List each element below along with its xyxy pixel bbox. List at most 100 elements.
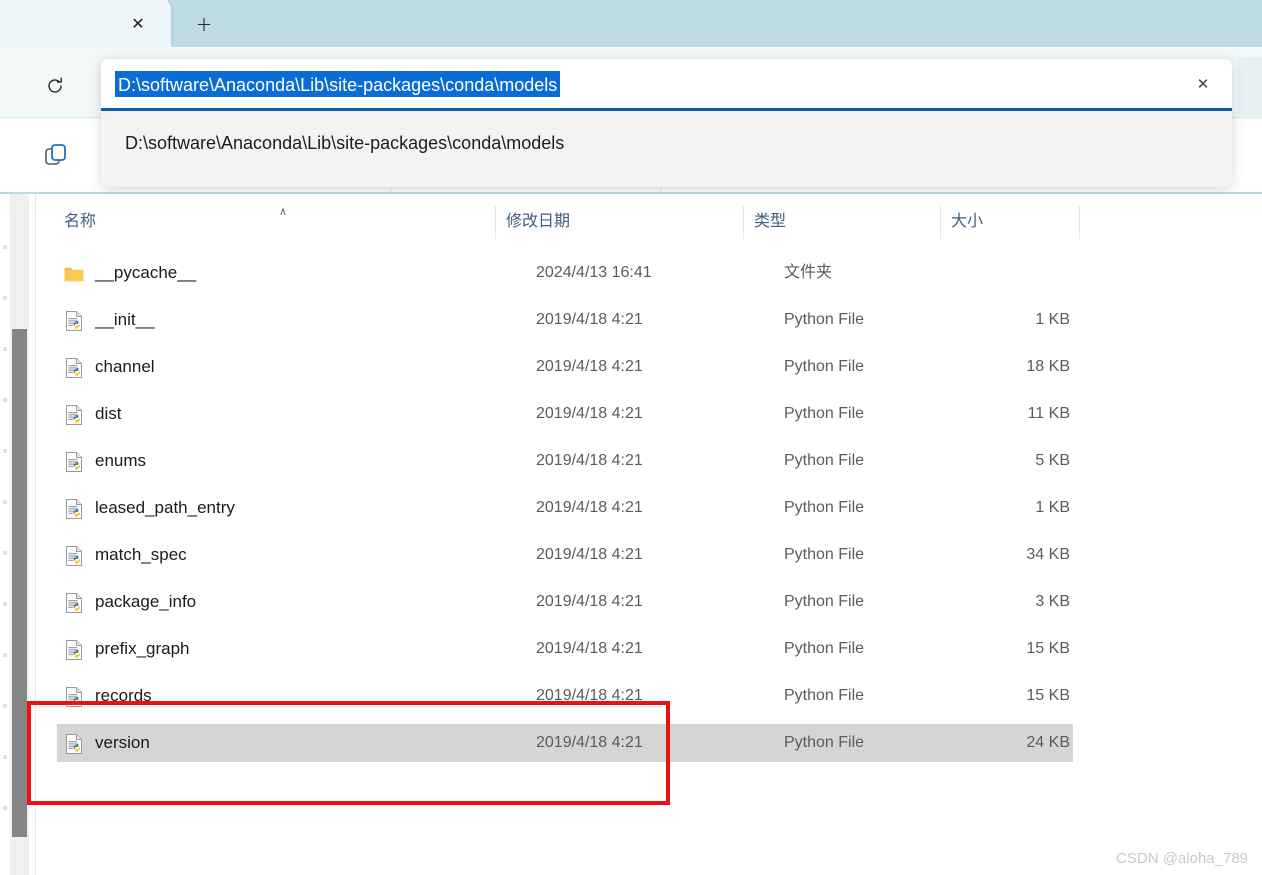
- file-date-cell: 2019/4/18 4:21: [536, 499, 643, 516]
- file-type-cell: Python File: [784, 640, 865, 657]
- address-input[interactable]: D:\software\Anaconda\Lib\site-packages\c…: [101, 59, 1232, 111]
- python-file-icon: [63, 498, 85, 520]
- python-file-icon: [63, 310, 85, 332]
- address-bar-right-stub[interactable]: [1237, 57, 1262, 119]
- file-type-cell: Python File: [784, 734, 865, 751]
- column-divider-1[interactable]: [495, 206, 496, 239]
- table-row[interactable]: __init__ 2019/4/18 4:21 Python File 1 KB: [57, 301, 1073, 339]
- navigation-tree-marker: [3, 755, 7, 759]
- file-size-cell: [917, 254, 1070, 292]
- file-size-cell: 15 KB: [1026, 687, 1070, 704]
- address-bar-container: D:\software\Anaconda\Lib\site-packages\c…: [101, 59, 1232, 187]
- navigation-tree-marker: [3, 296, 7, 300]
- file-date-cell: 2019/4/18 4:21: [536, 687, 643, 704]
- column-header-type[interactable]: 类型: [754, 202, 786, 242]
- navigation-tree-marker: [3, 602, 7, 606]
- folder-icon: [63, 263, 85, 285]
- python-file-icon: [63, 639, 85, 661]
- column-divider-3[interactable]: [940, 206, 941, 239]
- navigation-tree-marker: [3, 347, 7, 351]
- column-header-size[interactable]: 大小: [951, 202, 983, 242]
- file-date-cell: 2019/4/18 4:21: [536, 452, 643, 469]
- table-row[interactable]: package_info 2019/4/18 4:21 Python File 3 K…: [57, 583, 1073, 621]
- navigation-scrollbar-thumb[interactable]: [12, 329, 27, 837]
- table-row[interactable]: records 2019/4/18 4:21 Python File 15 KB: [57, 677, 1073, 715]
- file-size-cell: 15 KB: [1026, 640, 1070, 657]
- file-type-cell: Python File: [784, 311, 865, 328]
- file-size-cell: 34 KB: [1026, 546, 1070, 563]
- address-suggestion-item[interactable]: D:\software\Anaconda\Lib\site-packages\c…: [125, 133, 564, 154]
- navigation-tree-marker: [3, 806, 7, 810]
- tab-strip: ✕ +: [0, 0, 1262, 47]
- file-size-cell: 18 KB: [1026, 358, 1070, 375]
- file-size-cell: 1 KB: [1035, 311, 1070, 328]
- file-type-cell: Python File: [784, 358, 865, 375]
- file-name-cell: channel: [95, 357, 155, 376]
- address-suggestion-dropdown: D:\software\Anaconda\Lib\site-packages\c…: [101, 111, 1232, 187]
- table-row[interactable]: prefix_graph 2019/4/18 4:21 Python File 15 …: [57, 630, 1073, 668]
- file-type-cell: Python File: [784, 452, 865, 469]
- file-name-cell: dist: [95, 404, 122, 423]
- file-date-cell: 2019/4/18 4:21: [536, 593, 643, 610]
- file-size-cell: 5 KB: [1035, 452, 1070, 469]
- navigation-tree-marker: [3, 500, 7, 504]
- file-name-cell: records: [95, 686, 152, 705]
- file-type-cell: Python File: [784, 499, 865, 516]
- file-name-cell: enums: [95, 451, 147, 470]
- new-tab-button[interactable]: +: [190, 11, 218, 37]
- navigation-tree-marker: [3, 398, 7, 402]
- python-file-icon: [63, 404, 85, 426]
- file-type-cell: 文件夹: [784, 264, 833, 281]
- file-date-cell: 2019/4/18 4:21: [536, 546, 643, 563]
- navigation-tree-marker: [3, 449, 7, 453]
- table-row[interactable]: enums 2019/4/18 4:21 Python File 5 KB: [57, 442, 1073, 480]
- file-type-cell: Python File: [784, 405, 865, 422]
- watermark-text: CSDN @aloha_789: [1116, 850, 1248, 867]
- file-date-cell: 2019/4/18 4:21: [536, 640, 643, 657]
- column-header-name[interactable]: 名称: [64, 202, 96, 242]
- sort-ascending-icon[interactable]: ∧: [279, 205, 287, 218]
- file-name-cell: match_spec: [95, 545, 187, 564]
- python-file-icon: [63, 733, 85, 755]
- file-type-cell: Python File: [784, 593, 865, 610]
- file-name-cell: version: [95, 733, 150, 752]
- column-divider-2[interactable]: [743, 206, 744, 239]
- file-name-cell: __pycache__: [95, 263, 197, 282]
- column-header-date[interactable]: 修改日期: [506, 202, 570, 242]
- file-type-cell: Python File: [784, 687, 865, 704]
- python-file-icon: [63, 451, 85, 473]
- column-headers: ∧ 名称 修改日期 类型 大小: [36, 202, 1262, 242]
- table-row[interactable]: dist 2019/4/18 4:21 Python File 11 KB: [57, 395, 1073, 433]
- navigation-tree-marker: [3, 653, 7, 657]
- table-row[interactable]: channel 2019/4/18 4:21 Python File 18 KB: [57, 348, 1073, 386]
- table-row[interactable]: match_spec 2019/4/18 4:21 Python File 34 KB: [57, 536, 1073, 574]
- tab-close-icon[interactable]: ✕: [126, 13, 150, 35]
- copy-icon[interactable]: [42, 141, 78, 173]
- file-size-cell: 1 KB: [1035, 499, 1070, 516]
- file-name-cell: leased_path_entry: [95, 498, 235, 517]
- file-size-cell: 3 KB: [1035, 593, 1070, 610]
- navigation-tree-marker: [3, 704, 7, 708]
- address-input-value: D:\software\Anaconda\Lib\site-packages\c…: [115, 71, 561, 97]
- table-row[interactable]: version 2019/4/18 4:21 Python File 24 KB: [57, 724, 1073, 762]
- file-name-cell: package_info: [95, 592, 197, 611]
- column-divider-4[interactable]: [1079, 206, 1080, 239]
- navigation-tree-marker: [3, 245, 7, 249]
- file-type-cell: Python File: [784, 546, 865, 563]
- file-date-cell: 2019/4/18 4:21: [536, 405, 643, 422]
- table-row[interactable]: __pycache__ 2024/4/13 16:41 文件夹: [57, 254, 1073, 292]
- file-explorer-window: ✕ + D:\software\Anaconda\Lib\site-packag…: [0, 0, 1262, 875]
- refresh-icon[interactable]: [38, 70, 72, 102]
- file-list: ∧ 名称 修改日期 类型 大小 __pycache__ 2024/4/13 16:…: [36, 194, 1262, 875]
- file-name-cell: prefix_graph: [95, 639, 190, 658]
- file-date-cell: 2019/4/18 4:21: [536, 358, 643, 375]
- python-file-icon: [63, 686, 85, 708]
- file-date-cell: 2024/4/13 16:41: [536, 264, 652, 281]
- close-icon[interactable]: ✕: [1192, 73, 1214, 95]
- navigation-tree-marker: [3, 551, 7, 555]
- file-date-cell: 2019/4/18 4:21: [536, 311, 643, 328]
- table-row[interactable]: leased_path_entry 2019/4/18 4:21 Python Fi…: [57, 489, 1073, 527]
- file-size-cell: 11 KB: [1027, 405, 1070, 422]
- python-file-icon: [63, 545, 85, 567]
- file-size-cell: 24 KB: [1026, 734, 1070, 751]
